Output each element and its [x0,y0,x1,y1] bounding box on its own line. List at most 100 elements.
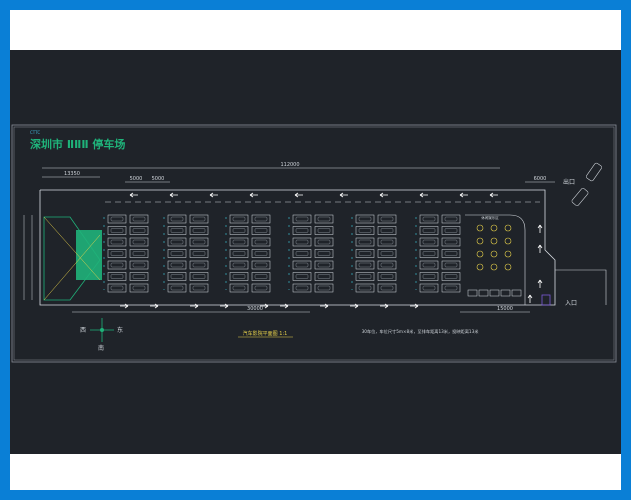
parking-space [251,272,271,281]
car-outline [422,274,436,279]
car-outline [317,239,331,245]
car-outline [170,228,184,233]
compass-center [100,328,104,332]
car-outline [232,228,246,233]
parking-space [441,237,461,247]
logo-small: CTTC [30,130,40,135]
parking-space [292,249,312,258]
car-outline [380,228,394,233]
parking-space [167,214,187,224]
arrow-up [537,224,543,233]
car-outline [192,262,206,268]
screenshot-frame: CTTC 深圳市 ⅡⅡⅡ 停车场 112000 13350 5000 5000 … [0,0,631,500]
car-outline [358,274,372,279]
parking-space [189,272,209,281]
site-plan-svg: CTTC 深圳市 ⅡⅡⅡ 停车场 112000 13350 5000 5000 … [11,124,617,363]
parking-space [377,283,397,293]
car-outline [254,251,268,256]
parking-block [415,214,461,293]
car-outline [232,274,246,279]
parking-space [129,283,149,293]
parking-space [355,214,375,224]
car-outline [422,216,436,222]
kiosk [511,289,522,297]
parking-space [441,249,461,258]
car-outline [295,262,309,268]
parking-space [355,237,375,247]
parking-space [292,214,312,224]
car-outline [110,262,124,268]
parking-space [292,260,312,270]
parking-space [419,283,439,293]
car-icon-exit-2 [571,188,589,206]
car-outline [358,262,372,268]
dim-6000: 6000 [534,176,547,182]
compass-west: 西 [80,327,86,334]
car-outline [132,239,146,245]
car-outline [422,251,436,256]
car-outline [358,285,372,291]
parking-block [288,214,334,293]
car-outline [232,285,246,291]
car-outline [110,228,124,233]
parking-space [229,272,249,281]
table-seat [490,237,498,245]
car-outline [254,274,268,279]
car-outline [380,216,394,222]
car-outline [192,239,206,245]
car-outline [232,262,246,268]
car-outline [295,239,309,245]
car-outline [444,262,458,268]
service-area-label: 休闲娱乐区 [481,215,499,220]
parking-space [419,249,439,258]
car-outline [132,228,146,233]
car-outline [444,239,458,245]
car-outline [317,251,331,256]
arrow-up [537,279,543,288]
bottom-white-bar [10,454,621,490]
parking-space [167,237,187,247]
kiosk [500,289,511,297]
parking-space [107,272,127,281]
table-seat [476,224,484,232]
parking-space [355,249,375,258]
car-outline [380,251,394,256]
seating-area [467,224,522,297]
parking-space [419,272,439,281]
parking-space [129,272,149,281]
compass: 西 东 南 [80,318,123,352]
parking-space [251,237,271,247]
parking-space [377,260,397,270]
parking-block [225,214,271,293]
car-icon-exit-1 [586,162,602,182]
car-outline [132,285,146,291]
parking-block [351,214,397,293]
exit-label: 出口 [563,178,575,186]
parking-blocks [103,214,461,293]
car-outline [254,228,268,233]
kiosk [489,289,500,297]
table-seat [476,263,484,271]
entrance-road [555,269,607,305]
dim-5000b: 5000 [152,176,165,182]
car-outline [132,262,146,268]
car-outline [232,239,246,245]
parking-space [441,283,461,293]
dim-5000: 5000 [130,176,143,182]
car-outline [254,262,268,268]
car-outline [170,251,184,256]
cad-drawing-canvas[interactable]: CTTC 深圳市 ⅡⅡⅡ 停车场 112000 13350 5000 5000 … [10,50,621,454]
parking-space [441,272,461,281]
compass-east: 东 [117,326,123,334]
table-seat [490,224,498,232]
entrance-label: 入口 [565,300,577,307]
parking-space [129,237,149,247]
car-outline [254,216,268,222]
service-boundary [465,214,526,305]
parking-space [314,249,334,258]
parking-space [355,226,375,235]
inner-border [13,126,615,361]
parking-space [189,237,209,247]
traffic-arrows [120,192,543,309]
dim-13350: 13350 [64,171,80,177]
